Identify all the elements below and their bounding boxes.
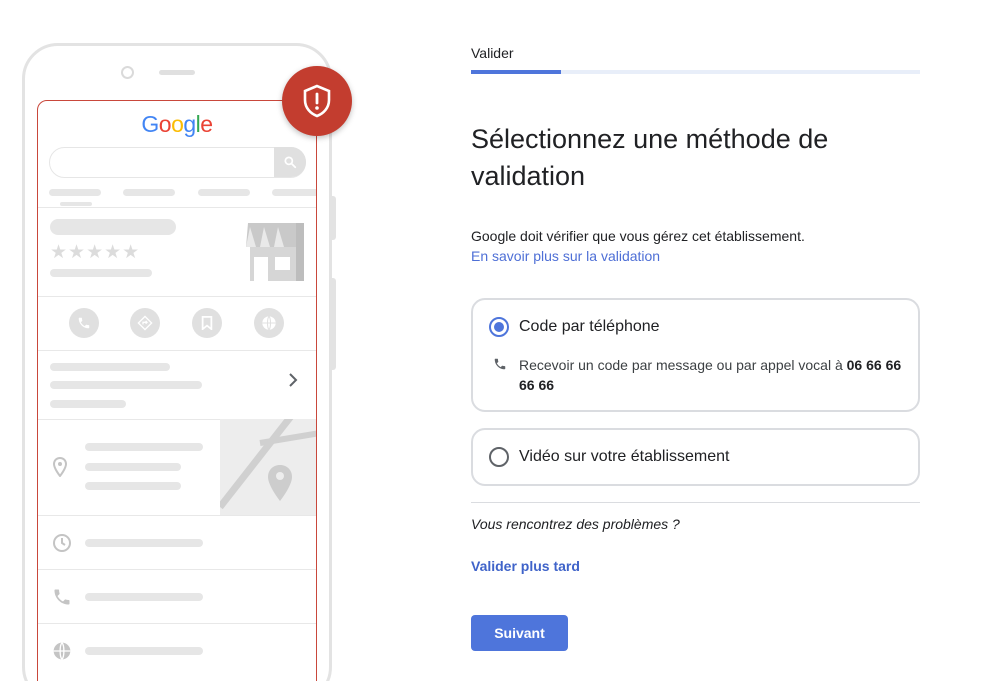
placeholder-line: [49, 189, 101, 196]
placeholder-line: [85, 647, 203, 655]
clock-icon: [52, 533, 72, 558]
learn-more-link[interactable]: En savoir plus sur la validation: [471, 248, 660, 264]
website-icon: [254, 308, 284, 338]
map-thumbnail: [220, 419, 316, 515]
divider: [38, 623, 316, 624]
phone-camera: [121, 66, 134, 79]
trouble-text: Vous rencontrez des problèmes ?: [471, 516, 680, 532]
divider: [38, 515, 316, 516]
phone-icon: [493, 357, 507, 376]
placeholder-line: [85, 539, 203, 547]
phone-icon: [52, 587, 72, 612]
page-title: Sélectionnez une méthode de validation: [471, 124, 829, 191]
search-icon: [274, 147, 306, 177]
business-profile-preview: Google ★★★★★: [37, 100, 317, 681]
divider: [38, 296, 316, 297]
progress-fill: [471, 70, 561, 74]
detail-text: Recevoir un code par message ou par appe…: [519, 357, 847, 373]
placeholder-line: [85, 463, 181, 471]
placeholder-line: [272, 189, 316, 196]
option-title: Vidéo sur votre établissement: [519, 448, 730, 465]
google-logo: Google: [141, 111, 213, 137]
pin-icon: [52, 456, 68, 482]
step-label: Valider: [471, 45, 514, 61]
bookmark-icon: [192, 308, 222, 338]
placeholder-line: [50, 363, 170, 371]
description-text: Google doit vérifier que vous gérez cet …: [471, 228, 805, 244]
placeholder-line: [50, 400, 126, 408]
divider: [471, 502, 920, 503]
phone-side-button: [331, 278, 336, 370]
preview-search-bar: [49, 147, 306, 178]
phone-speaker: [159, 70, 195, 75]
option-title: Code par téléphone: [519, 318, 660, 335]
placeholder-line: [123, 189, 175, 196]
globe-icon: [52, 641, 72, 666]
verify-later-link[interactable]: Valider plus tard: [471, 558, 580, 574]
placeholder-line: [85, 443, 203, 451]
placeholder-line: [50, 219, 176, 235]
shop-icon: [242, 223, 304, 281]
placeholder-line: [198, 189, 250, 196]
next-button[interactable]: Suivant: [471, 615, 568, 651]
placeholder-line: [85, 593, 203, 601]
phone-code-option[interactable]: Code par téléphone Recevoir un code par …: [471, 298, 920, 412]
directions-icon: [130, 308, 160, 338]
divider: [38, 569, 316, 570]
divider: [38, 207, 316, 208]
phone-side-button: [331, 196, 336, 240]
video-option[interactable]: Vidéo sur votre établissement: [471, 428, 920, 486]
placeholder-line: [60, 202, 92, 206]
phone-code-radio[interactable]: [489, 317, 509, 337]
shield-alert-icon: [282, 66, 352, 136]
placeholder-line: [50, 381, 202, 389]
chevron-right-icon: [288, 373, 298, 392]
placeholder-line: [50, 269, 152, 277]
progress-bar: [471, 70, 920, 74]
call-icon: [69, 308, 99, 338]
option-detail: Recevoir un code par message ou par appe…: [519, 355, 904, 395]
divider: [38, 350, 316, 351]
placeholder-line: [85, 482, 181, 490]
video-radio[interactable]: [489, 447, 509, 467]
rating-stars: ★★★★★: [50, 241, 141, 263]
